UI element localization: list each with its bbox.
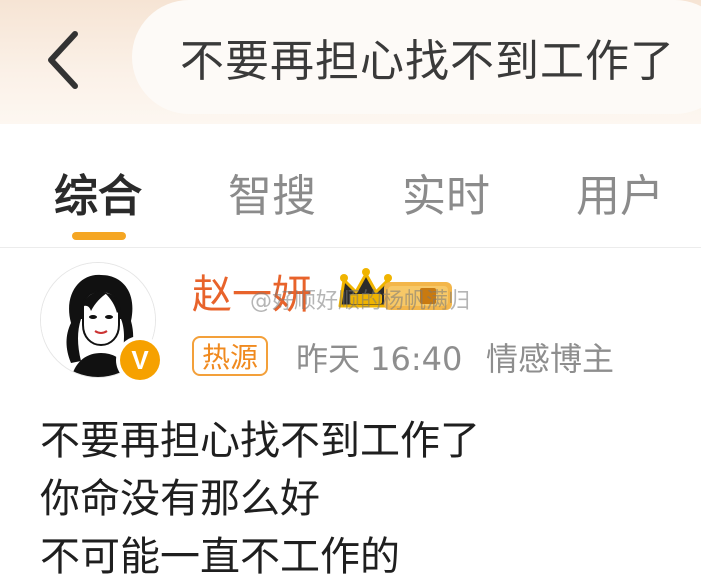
search-input[interactable]: 不要再担心找不到工作了	[132, 0, 701, 114]
tab-bar: 综合 智搜 实时 用户	[0, 124, 701, 248]
watermark-text: @好顺好顺的杨帆满归	[250, 289, 471, 314]
post-time: 昨天 16:40	[296, 340, 463, 378]
tab-smart-search[interactable]: 智搜	[228, 160, 316, 224]
verified-badge: V	[116, 336, 164, 384]
search-query-text: 不要再担心找不到工作了	[180, 36, 675, 87]
chevron-left-icon	[48, 31, 78, 89]
source-tag[interactable]: 热源	[192, 336, 269, 376]
tab-divider	[0, 247, 701, 248]
search-header: 不要再担心找不到工作了	[0, 0, 701, 124]
content-line: 你命没有那么好	[40, 476, 320, 522]
author-role: 情感博主	[486, 340, 615, 378]
tab-realtime[interactable]: 实时	[402, 160, 490, 224]
tab-comprehensive[interactable]: 综合	[54, 160, 142, 224]
content-line: 不要再担心找不到工作了	[40, 418, 480, 464]
content-line: 不可能一直不工作的	[40, 534, 400, 580]
back-button[interactable]	[28, 20, 98, 100]
tab-users[interactable]: 用户	[576, 160, 664, 224]
post-content[interactable]: 不要再担心找不到工作了 你命没有那么好 不可能一直不工作的	[40, 412, 680, 586]
active-tab-indicator	[72, 232, 126, 240]
verified-icon: V	[120, 340, 160, 380]
